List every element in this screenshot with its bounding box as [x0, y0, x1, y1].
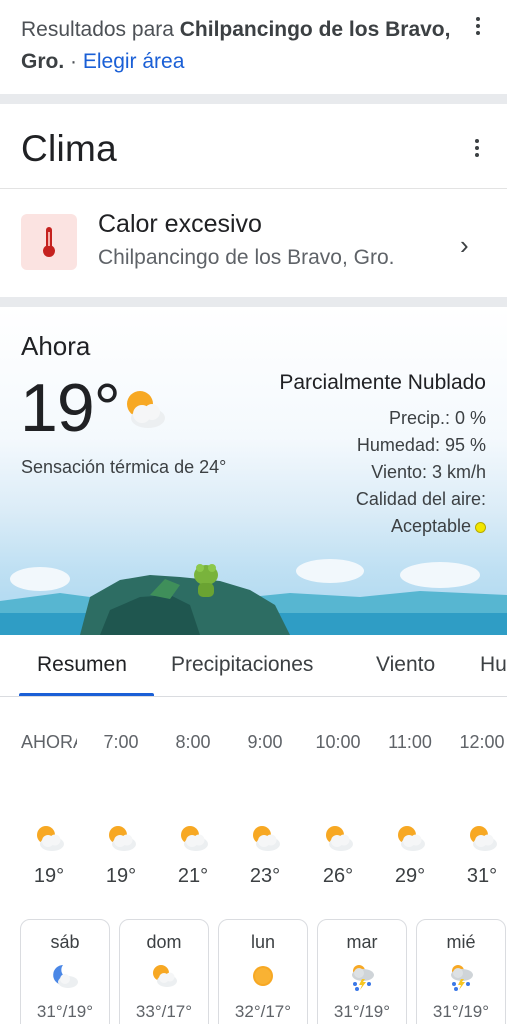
- more-options-icon[interactable]: [466, 14, 490, 38]
- partly-cloudy-night-icon: [53, 965, 78, 988]
- day-temps: 33°/17°: [135, 1002, 193, 1021]
- results-separator: ·: [64, 50, 83, 73]
- alert-title: Calor excesivo: [98, 210, 262, 238]
- partly-cloudy-icon: [120, 387, 168, 436]
- current-weather-card: Ahora 19° Sensación térmica de 24° Parci…: [0, 307, 507, 635]
- section-divider: [0, 94, 507, 104]
- day-temps: 32°/17°: [234, 1002, 292, 1021]
- hour-temp: 19°: [33, 865, 65, 887]
- divider: [0, 188, 507, 189]
- weather-title: Clima: [21, 128, 118, 169]
- weather-tabs: Resumen Precipitaciones Viento Hu: [0, 635, 507, 697]
- day-card[interactable]: mié 31°/19°: [416, 919, 506, 1024]
- active-tab-indicator: [19, 693, 154, 696]
- humidity: Humedad: 95 %: [356, 435, 486, 455]
- thermometer-icon: [21, 214, 77, 270]
- hour-temp: 26°: [322, 865, 354, 887]
- hour-item: 9:00 23°: [230, 732, 300, 887]
- hour-time: 8:00: [175, 732, 211, 752]
- tab-summary[interactable]: Resumen: [37, 653, 127, 677]
- partly-cloudy-icon: [398, 826, 425, 851]
- thunderstorm-icon: [352, 965, 374, 991]
- hour-temp: 29°: [394, 865, 426, 887]
- results-header: Resultados para Chilpancingo de los Brav…: [0, 0, 507, 94]
- day-card[interactable]: dom 33°/17°: [119, 919, 209, 1024]
- hour-temp: 23°: [249, 865, 281, 887]
- now-label: Ahora: [21, 331, 91, 361]
- partly-cloudy-icon: [109, 826, 136, 851]
- hourly-forecast: AHORA 19° 7:00 19° 8:00 21° 9:00 23° 10:…: [0, 720, 507, 890]
- tab-humidity[interactable]: Hu: [480, 653, 507, 677]
- hour-item: AHORA 19°: [14, 732, 84, 887]
- hour-time: 9:00: [247, 732, 283, 752]
- day-card[interactable]: sáb 31°/19°: [20, 919, 110, 1024]
- partly-cloudy-icon: [37, 826, 64, 851]
- day-name: mié: [446, 932, 476, 952]
- current-temperature: 19°: [20, 370, 121, 446]
- thunderstorm-icon: [451, 965, 473, 991]
- day-name: sáb: [50, 932, 80, 952]
- air-quality: Aceptable: [391, 516, 486, 537]
- day-card[interactable]: mar 31°/19°: [317, 919, 407, 1024]
- partly-cloudy-icon: [326, 826, 353, 851]
- day-temps: 31°/19°: [432, 1002, 490, 1021]
- air-quality-value: Aceptable: [390, 516, 471, 536]
- hour-item: 8:00 21°: [158, 732, 228, 887]
- day-name: mar: [346, 932, 378, 952]
- precipitation: Precip.: 0 %: [388, 408, 486, 428]
- day-temps: 31°/19°: [333, 1002, 391, 1021]
- hour-time: AHORA: [21, 732, 77, 752]
- hour-item: 12:00 31°: [447, 732, 507, 887]
- hour-item: 7:00 19°: [86, 732, 156, 887]
- sunny-icon: [253, 966, 273, 986]
- condition: Parcialmente Nublado: [279, 371, 486, 394]
- hour-time: 12:00: [459, 732, 505, 752]
- partly-cloudy-icon: [470, 826, 497, 851]
- weather-more-options-icon[interactable]: [465, 136, 489, 160]
- landscape-illustration: [0, 559, 507, 635]
- wind: Viento: 3 km/h: [371, 462, 486, 482]
- feels-like: Sensación térmica de 24°: [21, 457, 227, 477]
- hour-item: 10:00 26°: [303, 732, 373, 887]
- hour-temp: 19°: [105, 865, 137, 887]
- day-temps: 31°/19°: [36, 1002, 94, 1021]
- hour-item: 11:00 29°: [375, 732, 445, 887]
- air-quality-label: Calidad del aire:: [355, 489, 486, 509]
- day-card[interactable]: lun 32°/17°: [218, 919, 308, 1024]
- results-text: Resultados para Chilpancingo de los Brav…: [21, 14, 461, 78]
- hour-time: 11:00: [388, 732, 432, 752]
- hour-time: 7:00: [103, 732, 139, 752]
- tab-wind[interactable]: Viento: [376, 653, 435, 677]
- partly-cloudy-icon: [253, 826, 280, 851]
- heat-alert-card[interactable]: Calor excesivo Chilpancingo de los Bravo…: [0, 190, 507, 297]
- hour-time: 10:00: [315, 732, 361, 752]
- partly-cloudy-icon: [181, 826, 208, 851]
- hour-temp: 21°: [177, 865, 209, 887]
- tab-precipitation[interactable]: Precipitaciones: [171, 653, 313, 677]
- air-quality-dot-icon: [475, 522, 486, 533]
- alert-location: Chilpancingo de los Bravo, Gro.: [98, 246, 395, 269]
- day-name: lun: [250, 932, 276, 952]
- day-name: dom: [146, 932, 182, 952]
- results-prefix: Resultados para: [21, 18, 180, 41]
- change-area-link[interactable]: Elegir área: [83, 50, 185, 73]
- chevron-right-icon: ›: [460, 230, 469, 260]
- daily-forecast: sáb 31°/19° dom 33°/17° lun 32°/17° mar …: [0, 919, 507, 1024]
- partly-cloudy-icon: [153, 965, 177, 987]
- section-divider: [0, 297, 507, 307]
- hour-temp: 31°: [466, 865, 498, 887]
